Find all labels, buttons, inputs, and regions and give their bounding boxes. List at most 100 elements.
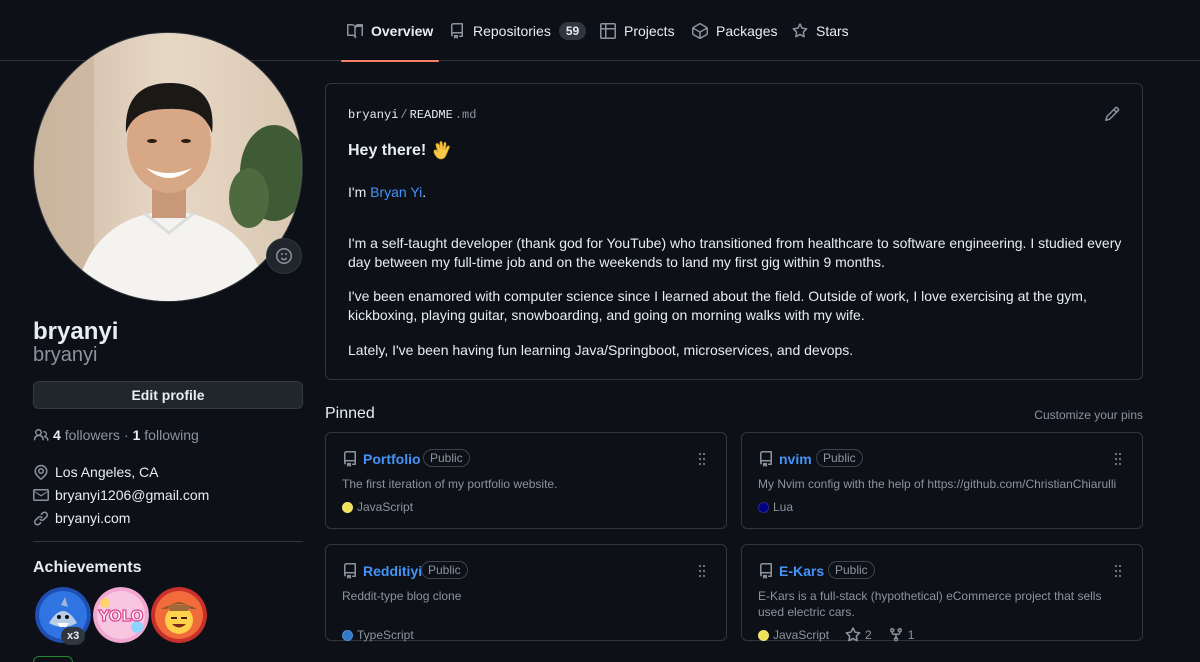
repo-icon (451, 22, 463, 39)
repo-description: Reddit-type blog clone (342, 589, 462, 603)
badge-multiplier: x3 (61, 627, 86, 645)
heading-text: Hey there! (348, 142, 427, 159)
pencil-icon[interactable] (1104, 106, 1120, 122)
smiley-icon (276, 248, 292, 264)
cowboy-badge[interactable] (151, 587, 207, 643)
tab-label: Repositories (473, 22, 551, 39)
followers-label: followers (64, 427, 120, 443)
repo-language: Lua (758, 500, 793, 514)
pinned-card-portfolio: Portfolio Public The first iteration of … (325, 432, 727, 529)
visibility-badge: Public (828, 561, 875, 579)
tab-repositories[interactable]: Repositories 59 (449, 0, 587, 61)
website-text: bryanyi.com (55, 510, 131, 526)
drag-handle-icon[interactable] (694, 451, 710, 467)
tab-label: Packages (716, 22, 778, 39)
location-text: Los Angeles, CA (55, 464, 159, 480)
repo-language: JavaScript (342, 500, 413, 514)
mail-icon (33, 489, 49, 501)
language-color-dot (758, 629, 769, 641)
path-separator: / (400, 108, 408, 122)
book-icon (347, 23, 363, 38)
pinned-card-redditiyi: Redditiyi Public Reddit-type blog clone … (325, 544, 727, 643)
email-text: bryanyi1206@gmail.com (55, 487, 210, 503)
visibility-badge: Public (423, 449, 470, 467)
repo-name-link[interactable]: Portfolio (363, 451, 421, 467)
repo-description: My Nvim config with the help of https://… (758, 477, 1117, 491)
intro-suffix: . (422, 184, 427, 200)
drag-handle-icon[interactable] (1110, 451, 1126, 467)
repo-meta: JavaScript 2 1 (758, 627, 914, 643)
following-count: 1 (132, 427, 141, 443)
language-name: JavaScript (357, 500, 414, 514)
readme-owner[interactable]: bryanyi (348, 108, 398, 122)
repo-language: JavaScript (758, 628, 829, 642)
people-icon (33, 429, 49, 441)
repo-icon (760, 451, 772, 467)
repo-meta: TypeScript (342, 627, 414, 643)
fork-icon (889, 627, 902, 642)
highlight-badge (33, 656, 73, 662)
repo-description: The first iteration of my portfolio webs… (342, 477, 558, 491)
forks-link[interactable]: 1 (888, 627, 915, 643)
followers-link[interactable]: 4 followers (53, 427, 120, 443)
tab-packages[interactable]: Packages (692, 0, 777, 61)
visibility-badge: Public (816, 449, 863, 467)
email-item[interactable]: bryanyi1206@gmail.com (33, 486, 209, 504)
profile-name: bryanyi (33, 318, 119, 345)
language-color-dot (342, 629, 353, 641)
customize-pins-link[interactable]: Customize your pins (1034, 408, 1143, 422)
language-color-dot (342, 501, 353, 513)
language-name: JavaScript (773, 628, 830, 642)
package-icon (692, 22, 708, 39)
link-icon (34, 511, 49, 526)
visibility-badge: Public (421, 561, 468, 579)
tab-label: Stars (816, 22, 849, 39)
achievements-title[interactable]: Achievements (33, 559, 142, 577)
waving-hand-icon (433, 141, 450, 160)
pinned-card-nvim: nvim Public My Nvim config with the help… (741, 432, 1143, 529)
repo-name-link[interactable]: E-Kars (779, 563, 824, 579)
location-icon (34, 464, 48, 480)
follow-separator: · (123, 427, 129, 443)
yolo-badge[interactable]: YOLO (93, 587, 149, 643)
tab-projects[interactable]: Projects (600, 0, 675, 61)
following-label: following (144, 427, 199, 443)
repo-language: TypeScript (342, 628, 414, 642)
readme-card: bryanyi / README .md Hey there! I'm Bryan… (325, 83, 1143, 380)
followers-count: 4 (53, 427, 61, 443)
location-item: Los Angeles, CA (33, 463, 159, 481)
pinned-title: Pinned (325, 405, 375, 422)
readme-paragraph-1: I'm a self-taught developer (thank god f… (348, 235, 1122, 270)
repo-name-link[interactable]: Redditiyi (363, 563, 422, 579)
repo-name-link[interactable]: nvim (779, 451, 812, 467)
drag-handle-icon[interactable] (1110, 563, 1126, 579)
stargazers-link[interactable]: 2 (845, 627, 872, 643)
repo-meta: Lua (758, 499, 793, 515)
table-icon (600, 22, 616, 39)
readme-paragraph-3: Lately, I've been having fun learning Ja… (348, 342, 854, 358)
tab-stars[interactable]: Stars (792, 0, 849, 61)
intro-prefix: I'm (348, 184, 371, 200)
star-icon (792, 22, 808, 37)
readme-heading: Hey there! (348, 140, 452, 162)
edit-profile-button[interactable]: Edit profile (33, 381, 303, 409)
sidebar-divider (33, 541, 303, 542)
readme-file[interactable]: README (410, 108, 453, 122)
drag-handle-icon[interactable] (694, 563, 710, 579)
avatar[interactable] (33, 32, 303, 302)
bryan-yi-link[interactable]: Bryan Yi (370, 184, 422, 200)
following-link[interactable]: 1 following (133, 427, 199, 443)
readme-path: bryanyi / README .md (348, 108, 476, 122)
repo-icon (344, 451, 356, 467)
language-name: Lua (773, 500, 794, 514)
stars-count: 2 (865, 628, 872, 642)
pinned-card-e-kars: E-Kars Public E-Kars is a full-stack (hy… (741, 544, 1143, 643)
tab-overview[interactable]: Overview (340, 0, 440, 62)
forks-count: 1 (907, 628, 915, 642)
svg-text:YOLO: YOLO (98, 607, 144, 625)
language-name: TypeScript (357, 628, 414, 642)
website-item[interactable]: bryanyi.com (33, 509, 130, 527)
repo-icon (344, 563, 356, 579)
tab-label: Projects (624, 22, 675, 39)
set-status-button[interactable] (266, 238, 302, 274)
